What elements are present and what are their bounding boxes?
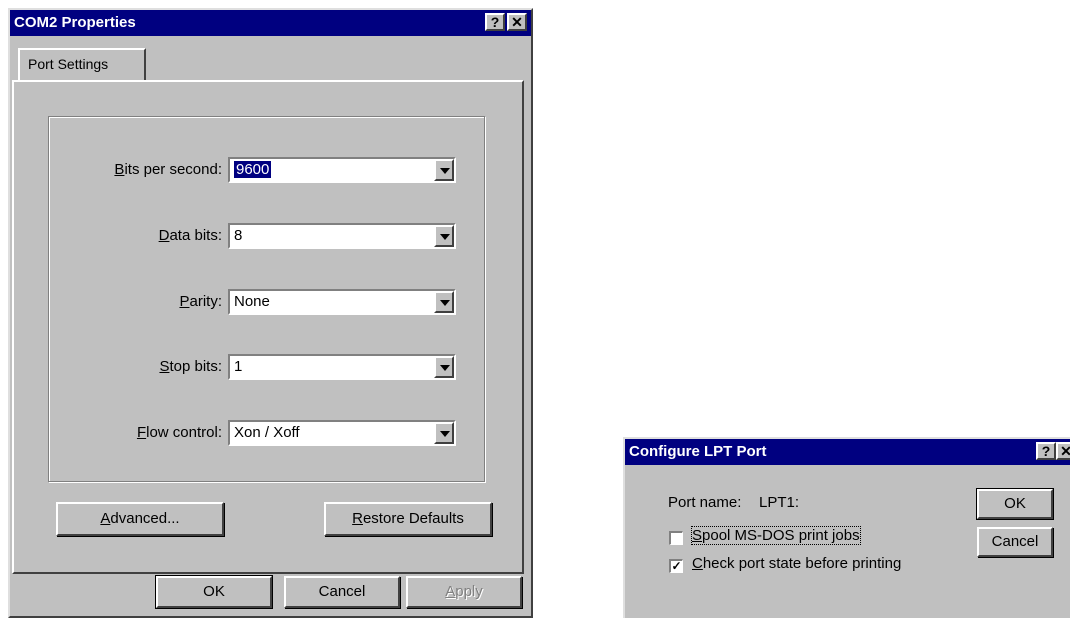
com2-title: COM2 Properties [14,14,136,31]
chevron-down-icon[interactable] [434,356,454,378]
parity-label: Parity: [179,293,222,310]
close-icon[interactable]: ✕ [1056,442,1070,460]
stop-bits-label: Stop bits: [159,358,222,375]
close-icon[interactable]: ✕ [507,13,527,31]
spool-ms-dos-checkbox[interactable] [669,531,683,545]
configure-lpt-port-window: Configure LPT Port ? ✕ Port name: LPT1: … [623,437,1070,618]
help-icon[interactable]: ? [1036,442,1056,460]
data-bits-select[interactable]: 8 [228,223,456,249]
com2-properties-window: COM2 Properties ? ✕ Port Settings Bits p… [8,8,533,618]
help-icon[interactable]: ? [485,13,505,31]
com2-title-bar[interactable]: COM2 Properties ? ✕ [10,10,531,36]
stop-bits-select[interactable]: 1 [228,354,456,380]
check-port-state-label[interactable]: Check port state before printing [692,555,901,572]
chevron-down-icon[interactable] [434,159,454,181]
bits-per-second-select[interactable]: 9600 [228,157,456,183]
advanced-button[interactable]: Advanced... [56,502,224,536]
restore-defaults-button[interactable]: Restore Defaults [324,502,492,536]
port-name-value: LPT1: [759,494,800,511]
bits-per-second-value: 9600 [232,160,273,179]
cancel-button[interactable]: Cancel [284,576,400,608]
parity-value: None [234,293,270,310]
lpt-title: Configure LPT Port [629,443,767,460]
check-port-state-checkbox[interactable]: ✓ [669,559,683,573]
chevron-down-icon[interactable] [434,225,454,247]
stop-bits-value: 1 [234,358,243,375]
lpt-cancel-button[interactable]: Cancel [977,527,1053,557]
tab-port-settings-label: Port Settings [28,56,109,72]
parity-select[interactable]: None [228,289,456,315]
spool-ms-dos-label[interactable]: Spool MS-DOS print jobs [691,526,861,545]
flow-control-select[interactable]: Xon / Xoff [228,420,456,446]
apply-button[interactable]: Apply [406,576,522,608]
bits-per-second-label: Bits per second: [114,161,222,178]
flow-control-label: Flow control: [136,424,222,441]
data-bits-label: Data bits: [158,227,222,244]
chevron-down-icon[interactable] [434,291,454,313]
tab-port-settings[interactable]: Port Settings [18,48,146,82]
lpt-ok-button[interactable]: OK [976,488,1054,520]
flow-control-value: Xon / Xoff [234,424,300,441]
data-bits-value: 8 [234,227,243,244]
port-name-label: Port name: [668,494,742,511]
ok-button[interactable]: OK [155,575,273,609]
lpt-title-bar[interactable]: Configure LPT Port ? ✕ [625,439,1070,465]
port-settings-panel: Bits per second: 9600 Data bits: 8 Parit… [12,80,524,574]
chevron-down-icon[interactable] [434,422,454,444]
checkmark-icon: ✓ [671,559,682,573]
